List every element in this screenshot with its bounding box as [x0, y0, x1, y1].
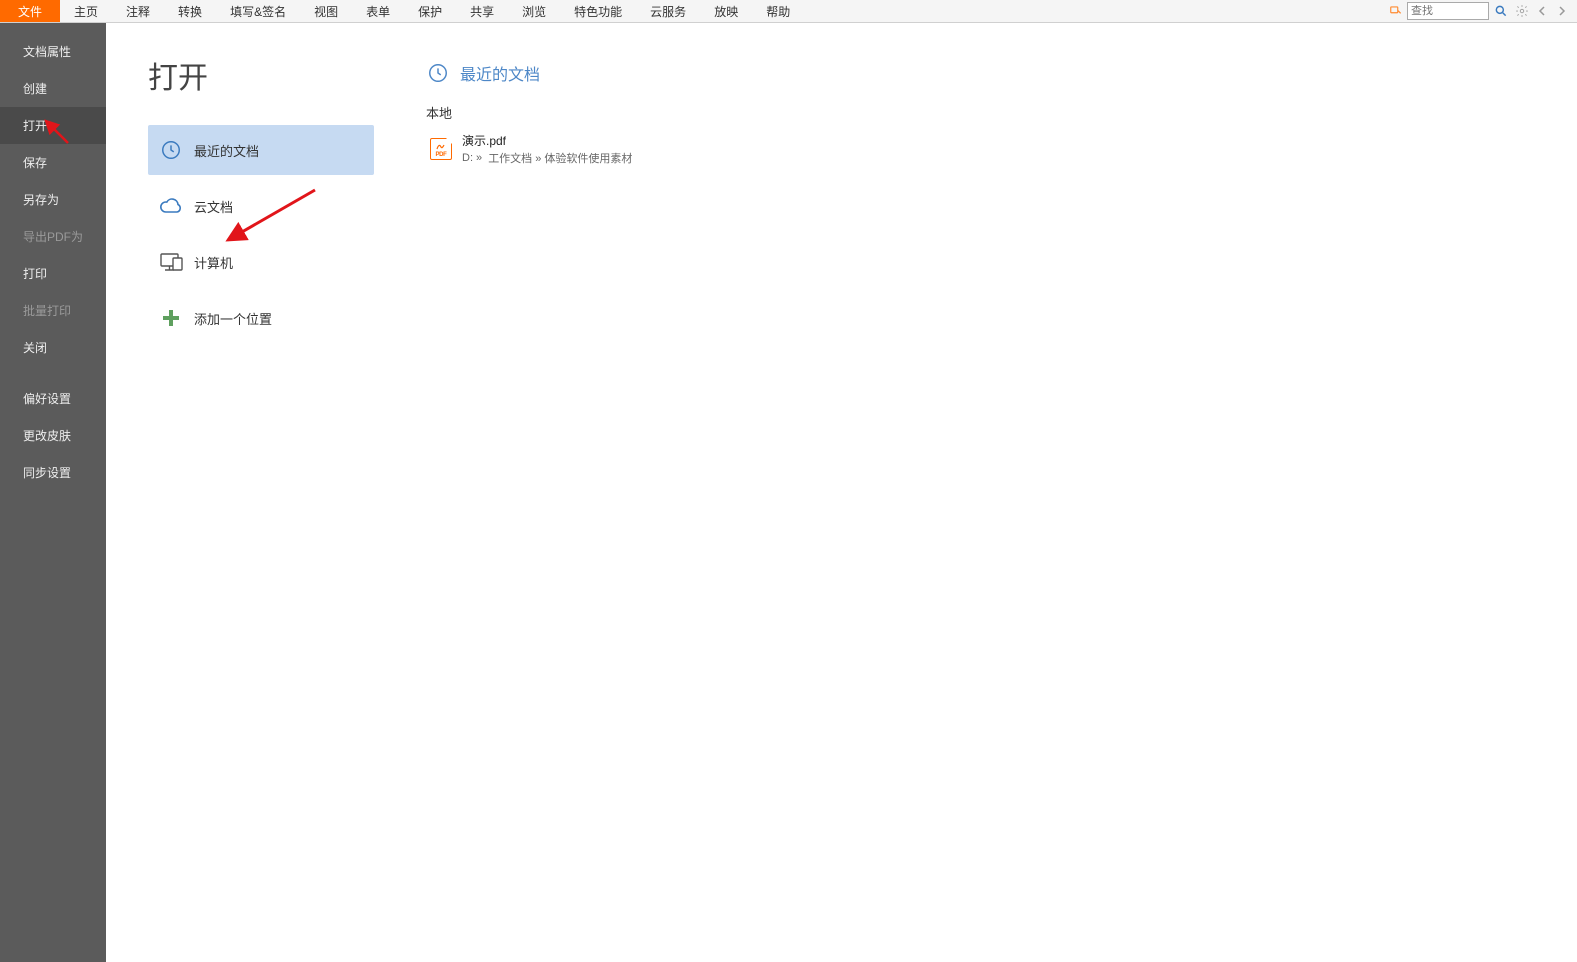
sidebar-item-close[interactable]: 关闭: [0, 329, 106, 366]
clock-icon: [158, 137, 184, 163]
menu-home[interactable]: 主页: [60, 0, 112, 22]
menu-share[interactable]: 共享: [456, 0, 508, 22]
sidebar-item-preferences[interactable]: 偏好设置: [0, 380, 106, 417]
menu-features[interactable]: 特色功能: [560, 0, 636, 22]
nav-next-icon[interactable]: [1553, 2, 1571, 20]
menu-fill-sign[interactable]: 填写&签名: [216, 0, 300, 22]
menu-convert[interactable]: 转换: [164, 0, 216, 22]
search-input-wrap[interactable]: [1407, 2, 1489, 20]
menu-file[interactable]: 文件: [0, 0, 60, 22]
nav-prev-icon[interactable]: [1533, 2, 1551, 20]
location-recent-label: 最近的文档: [194, 141, 259, 160]
menu-help[interactable]: 帮助: [752, 0, 804, 22]
location-computer-label: 计算机: [194, 253, 233, 272]
menu-browse[interactable]: 浏览: [508, 0, 560, 22]
location-cloud-label: 云文档: [194, 197, 233, 216]
menu-view[interactable]: 视图: [300, 0, 352, 22]
sidebar-item-print[interactable]: 打印: [0, 255, 106, 292]
find-tool-icon[interactable]: [1387, 2, 1405, 20]
content-header: 最近的文档: [426, 61, 1567, 85]
menu-present[interactable]: 放映: [700, 0, 752, 22]
sidebar-item-export-pdf[interactable]: 导出PDF为: [0, 218, 106, 255]
locations-panel: 打开 最近的文档 云文档 计算机 添加一个位置: [106, 23, 396, 962]
sidebar-item-sync-settings[interactable]: 同步设置: [0, 454, 106, 491]
recent-file-path: D: » 工作文档 » 体验软件使用素材: [462, 150, 632, 166]
pdf-file-icon: PDF: [430, 138, 452, 160]
location-cloud[interactable]: 云文档: [148, 181, 374, 231]
sidebar-item-change-skin[interactable]: 更改皮肤: [0, 417, 106, 454]
right-tools: [1387, 0, 1577, 22]
recent-file-info: 演示.pdf D: » 工作文档 » 体验软件使用素材: [462, 132, 632, 166]
location-recent[interactable]: 最近的文档: [148, 125, 374, 175]
clock-icon: [426, 61, 450, 85]
computer-icon: [158, 249, 184, 275]
content-header-title: 最近的文档: [460, 61, 540, 85]
content-panel: 最近的文档 本地 PDF 演示.pdf D: » 工作文档 » 体验软件使用素材: [396, 23, 1577, 962]
cloud-icon: [158, 193, 184, 219]
settings-gear-icon[interactable]: [1513, 2, 1531, 20]
top-menubar: 文件 主页 注释 转换 填写&签名 视图 表单 保护 共享 浏览 特色功能 云服…: [0, 0, 1577, 23]
sidebar-item-save[interactable]: 保存: [0, 144, 106, 181]
recent-file-item[interactable]: PDF 演示.pdf D: » 工作文档 » 体验软件使用素材: [426, 128, 1567, 170]
location-add[interactable]: 添加一个位置: [148, 293, 374, 343]
sidebar-item-create[interactable]: 创建: [0, 70, 106, 107]
recent-file-name: 演示.pdf: [462, 132, 632, 149]
menu-protect[interactable]: 保护: [404, 0, 456, 22]
section-local-label: 本地: [426, 103, 1567, 122]
sidebar-item-doc-props[interactable]: 文档属性: [0, 33, 106, 70]
sidebar-item-batch-print[interactable]: 批量打印: [0, 292, 106, 329]
location-computer[interactable]: 计算机: [148, 237, 374, 287]
sidebar-item-open[interactable]: 打开: [0, 107, 106, 144]
page-title: 打开: [148, 53, 374, 97]
menu-form[interactable]: 表单: [352, 0, 404, 22]
file-menu-sidebar: 文档属性 创建 打开 保存 另存为 导出PDF为 打印 批量打印 关闭 偏好设置…: [0, 23, 106, 962]
location-add-label: 添加一个位置: [194, 309, 272, 328]
search-input[interactable]: [1411, 5, 1485, 17]
menu-comment[interactable]: 注释: [112, 0, 164, 22]
plus-icon: [158, 305, 184, 331]
menu-cloud[interactable]: 云服务: [636, 0, 700, 22]
sidebar-item-save-as[interactable]: 另存为: [0, 181, 106, 218]
search-go-icon[interactable]: [1491, 2, 1511, 20]
